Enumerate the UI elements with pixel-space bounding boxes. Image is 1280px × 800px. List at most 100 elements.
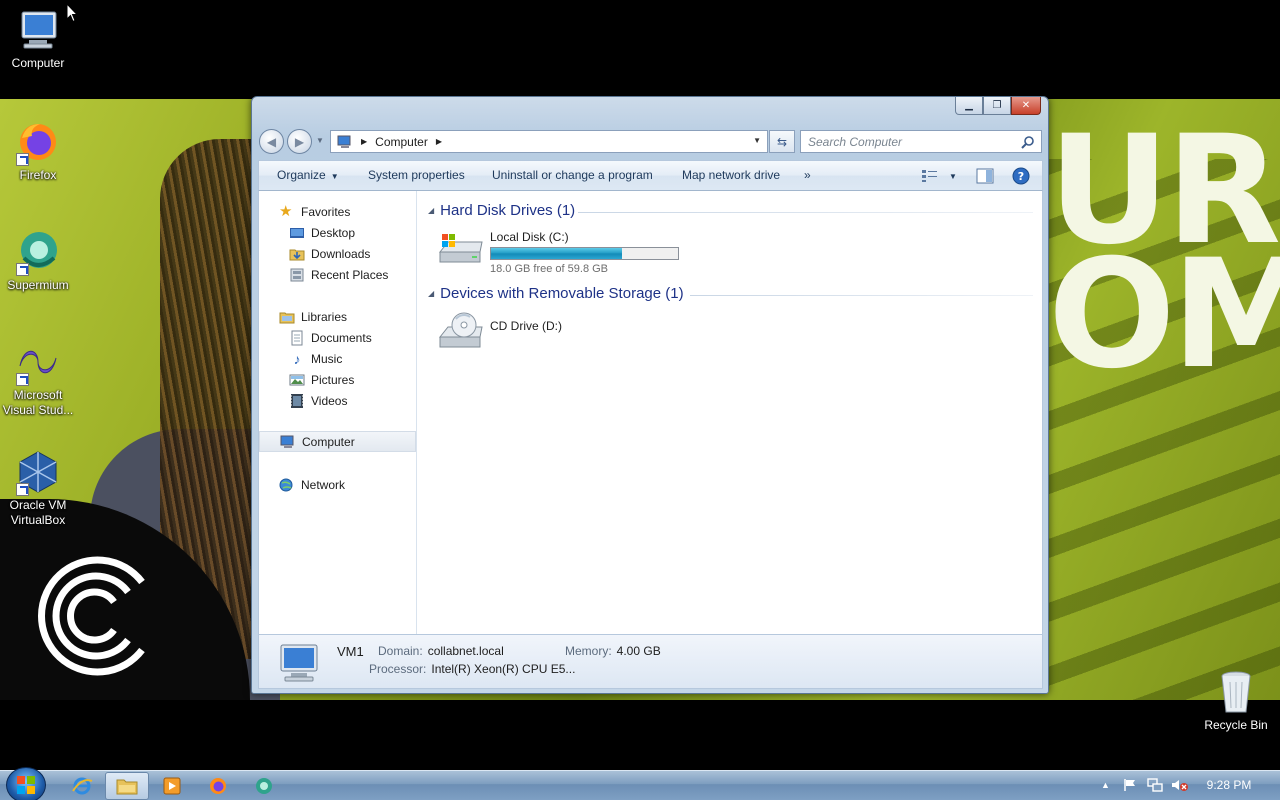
nav-pictures[interactable]: Pictures [259, 369, 416, 390]
desktop-icon-computer[interactable]: Computer [0, 6, 76, 71]
taskbar-internet-explorer[interactable] [60, 772, 104, 800]
computer-icon [337, 135, 351, 148]
detail-value: 4.00 GB [616, 644, 661, 658]
collapse-triangle-icon[interactable]: ◢ [428, 206, 434, 215]
organize-label: Organize [277, 168, 326, 182]
address-dropdown-icon[interactable]: ▼ [753, 136, 761, 145]
navigation-bar: ◀ ▶ ▼ ▶ Computer ▶ ▼ ⇆ Search Computer [259, 128, 1043, 154]
drive-local-disk-c[interactable]: Local Disk (C:) 18.0 GB free of 59.8 GB [436, 228, 679, 275]
uninstall-program-button[interactable]: Uninstall or change a program [492, 168, 653, 182]
show-hidden-icons-button[interactable]: ▲ [1101, 780, 1110, 790]
minimize-button[interactable]: ▁ [955, 97, 983, 115]
desktop-icon-recycle-bin[interactable]: Recycle Bin [1198, 668, 1274, 733]
drive-name: CD Drive (D:) [490, 319, 562, 333]
search-input[interactable]: Search Computer [800, 130, 1042, 153]
svg-text:?: ? [1018, 170, 1024, 183]
nav-libraries[interactable]: Libraries [259, 306, 416, 327]
forward-arrow-icon: ▶ [294, 134, 305, 149]
nav-desktop[interactable]: Desktop [259, 222, 416, 243]
nav-label: Recent Places [311, 267, 389, 282]
collapse-triangle-icon[interactable]: ◢ [428, 289, 434, 298]
visual-studio-icon [14, 338, 62, 386]
star-icon: ★ [279, 202, 293, 220]
system-clock[interactable]: 9:28 PM [1200, 778, 1258, 792]
navigation-pane[interactable]: ★ Favorites Desktop Downloads Recent Pla… [259, 191, 417, 634]
help-button[interactable]: ? [1012, 166, 1030, 186]
nav-label: Desktop [311, 225, 356, 240]
downloads-folder-icon [289, 249, 305, 260]
breadcrumb-separator-icon[interactable]: ▶ [361, 137, 367, 146]
volume-muted-icon[interactable] [1171, 778, 1189, 795]
action-center-flag-icon[interactable] [1123, 778, 1137, 795]
back-button[interactable]: ◀ [259, 129, 284, 154]
group-header-removable-storage[interactable]: ◢ Devices with Removable Storage (1) [428, 285, 684, 302]
taskbar-supermium[interactable] [242, 772, 286, 800]
mouse-pointer-icon [66, 3, 78, 23]
command-bar: Organize ▼ System properties Uninstall or… [258, 160, 1043, 191]
search-icon[interactable] [1021, 135, 1035, 149]
details-pane: VM1 Domain: collabnet.local Memory: 4.00 G… [258, 634, 1043, 689]
detail-key: Processor: [369, 662, 427, 676]
desktop-icon-label: Firefox [19, 168, 57, 182]
media-player-icon [163, 777, 181, 795]
desktop-icon-label: Supermium [7, 278, 69, 292]
desktop-icon-firefox[interactable]: Firefox [0, 118, 76, 183]
drive-usage-fill [491, 248, 622, 259]
firefox-icon [210, 778, 226, 794]
taskbar-firefox[interactable] [196, 772, 240, 800]
domain-detail: Domain: collabnet.local [378, 644, 504, 658]
recent-pages-dropdown-icon[interactable]: ▼ [316, 136, 324, 145]
taskbar-windows-explorer[interactable] [105, 772, 149, 800]
detail-key: Memory: [565, 644, 612, 658]
nav-label: Music [311, 351, 343, 366]
start-button[interactable] [6, 767, 46, 800]
change-view-button[interactable]: ▼ [921, 166, 957, 186]
refresh-button[interactable]: ⇆ [769, 130, 795, 153]
internet-explorer-icon [72, 777, 93, 795]
chevron-down-icon: ▼ [949, 171, 957, 181]
drive-usage-bar [490, 247, 679, 260]
desktop-icon-virtualbox[interactable]: Oracle VM VirtualBox [0, 448, 76, 528]
windows-drive-icon [438, 234, 483, 263]
breadcrumb-separator-icon[interactable]: ▶ [436, 137, 442, 146]
drive-cd-d[interactable]: CD Drive (D:) [436, 311, 562, 355]
forward-button[interactable]: ▶ [287, 129, 312, 154]
preview-pane-button[interactable] [976, 166, 994, 186]
nav-videos[interactable]: Videos [259, 390, 416, 411]
address-bar[interactable]: ▶ Computer ▶ ▼ [330, 130, 768, 153]
nav-label: Downloads [311, 246, 371, 261]
desktop-icon-visual-studio[interactable]: Microsoft Visual Stud... [0, 338, 76, 418]
map-network-drive-button[interactable]: Map network drive [682, 168, 780, 182]
system-properties-button[interactable]: System properties [368, 168, 465, 182]
documents-icon [291, 330, 303, 345]
desktop-icon-supermium[interactable]: Supermium [0, 228, 76, 293]
nav-computer[interactable]: Computer [259, 431, 416, 452]
network-icon [279, 478, 293, 491]
group-header-hard-disk-drives[interactable]: ◢ Hard Disk Drives (1) [428, 202, 575, 219]
close-icon: ✕ [1021, 100, 1031, 111]
maximize-button[interactable]: ❐ [983, 97, 1011, 115]
libraries-icon [279, 312, 295, 323]
close-button[interactable]: ✕ [1011, 97, 1041, 115]
breadcrumb-computer[interactable]: Computer [375, 135, 428, 149]
nav-favorites[interactable]: ★ Favorites [259, 201, 416, 222]
refresh-icon: ⇆ [776, 134, 788, 149]
nav-recent-places[interactable]: Recent Places [259, 264, 416, 285]
organize-menu[interactable]: Organize ▼ [277, 168, 339, 182]
minimize-icon: ▁ [965, 100, 973, 111]
nav-documents[interactable]: Documents [259, 327, 416, 348]
computer-icon [14, 6, 62, 54]
desktop-icon-label: Recycle Bin [1204, 718, 1268, 732]
drive-free-space: 18.0 GB free of 59.8 GB [490, 263, 609, 275]
content-pane[interactable]: ◢ Hard Disk Drives (1) Local Disk (C:) 1… [418, 191, 1043, 634]
more-commands-button[interactable]: » [804, 168, 811, 182]
nav-label: Videos [311, 393, 348, 408]
explorer-window[interactable]: ▁ ❐ ✕ ◀ ▶ ▼ ▶ Computer ▶ ▼ ⇆ Search Comp… [251, 96, 1049, 694]
network-status-icon[interactable] [1147, 778, 1163, 795]
nav-network[interactable]: Network [259, 474, 416, 495]
detail-value: Intel(R) Xeon(R) CPU E5... [431, 662, 576, 676]
nav-downloads[interactable]: Downloads [259, 243, 416, 264]
nav-music[interactable]: ♪ Music [259, 348, 416, 369]
taskbar-media-player[interactable] [150, 772, 194, 800]
nav-label: Network [301, 477, 346, 492]
